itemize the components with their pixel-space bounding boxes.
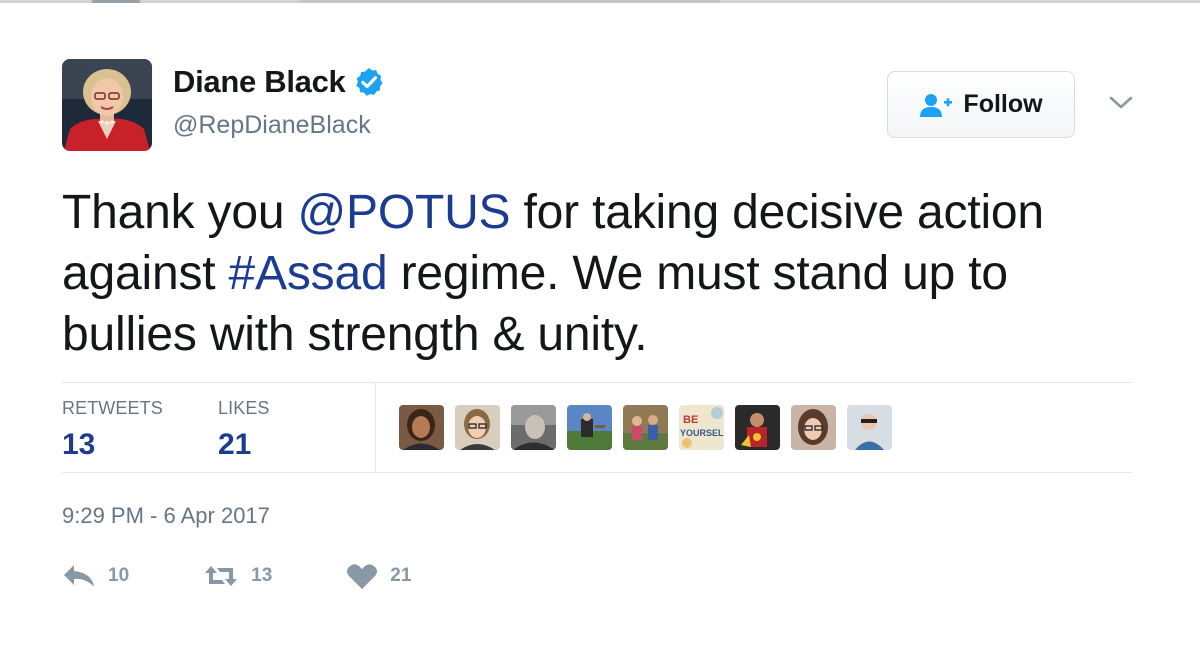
liker-avatar[interactable] (455, 405, 500, 450)
retweets-stat[interactable]: RETWEETS 13 (62, 398, 163, 462)
stats-vertical-divider (375, 383, 376, 472)
stats-top-divider (62, 382, 1132, 383)
author-handle[interactable]: @RepDianeBlack (173, 111, 371, 140)
likes-label: LIKES (218, 398, 270, 418)
liker-avatar[interactable] (567, 405, 612, 450)
tweet-menu-chevron[interactable] (1108, 94, 1134, 112)
retweet-count: 13 (251, 565, 273, 586)
profile-photo (62, 59, 152, 151)
liker-tile-text: BE (683, 414, 698, 426)
top-border-segment (300, 0, 720, 3)
tweet-text: Thank you @POTUS for taking decisive act… (62, 182, 1152, 365)
reply-icon (64, 565, 94, 587)
liker-avatar[interactable] (623, 405, 668, 450)
reply-count: 10 (108, 565, 130, 586)
liker-avatar[interactable] (735, 405, 780, 450)
author-name-row[interactable]: Diane Black (173, 64, 385, 100)
follow-button[interactable]: Follow (887, 71, 1075, 138)
retweets-label: RETWEETS (62, 398, 163, 418)
like-count: 21 (390, 565, 412, 586)
add-user-icon (919, 92, 953, 118)
author-avatar[interactable] (62, 59, 152, 151)
liker-avatars: BE YOURSELF (399, 405, 903, 450)
reply-button[interactable]: 10 (62, 563, 129, 589)
liker-avatar[interactable] (399, 405, 444, 450)
liker-avatar[interactable] (791, 405, 836, 450)
tweet-timestamp[interactable]: 9:29 PM - 6 Apr 2017 (62, 503, 270, 529)
liker-avatar[interactable] (511, 405, 556, 450)
liker-avatar[interactable]: BE YOURSELF (679, 405, 724, 450)
chevron-down-icon (1109, 96, 1133, 109)
retweets-count[interactable]: 13 (62, 428, 163, 462)
tweet-text-segment: Thank you (62, 186, 298, 239)
heart-icon (347, 564, 378, 589)
retweet-button[interactable]: 13 (203, 563, 272, 589)
author-display-name[interactable]: Diane Black (173, 64, 346, 100)
mention-link-potus[interactable]: @POTUS (297, 186, 510, 239)
top-border (0, 0, 1200, 3)
liker-tile-text: YOURSELF (680, 428, 724, 438)
like-button[interactable]: 21 (346, 562, 411, 590)
retweet-icon (205, 566, 238, 586)
tweet-action-bar: 10 13 21 (62, 562, 485, 590)
liker-avatar[interactable] (847, 405, 892, 450)
likes-count[interactable]: 21 (218, 428, 270, 462)
stats-bottom-divider (62, 472, 1132, 473)
follow-button-label: Follow (963, 90, 1043, 118)
verified-badge-icon (353, 66, 385, 98)
top-border-segment (92, 0, 140, 3)
hashtag-link-assad[interactable]: #Assad (229, 247, 388, 300)
likes-stat[interactable]: LIKES 21 (218, 398, 270, 462)
